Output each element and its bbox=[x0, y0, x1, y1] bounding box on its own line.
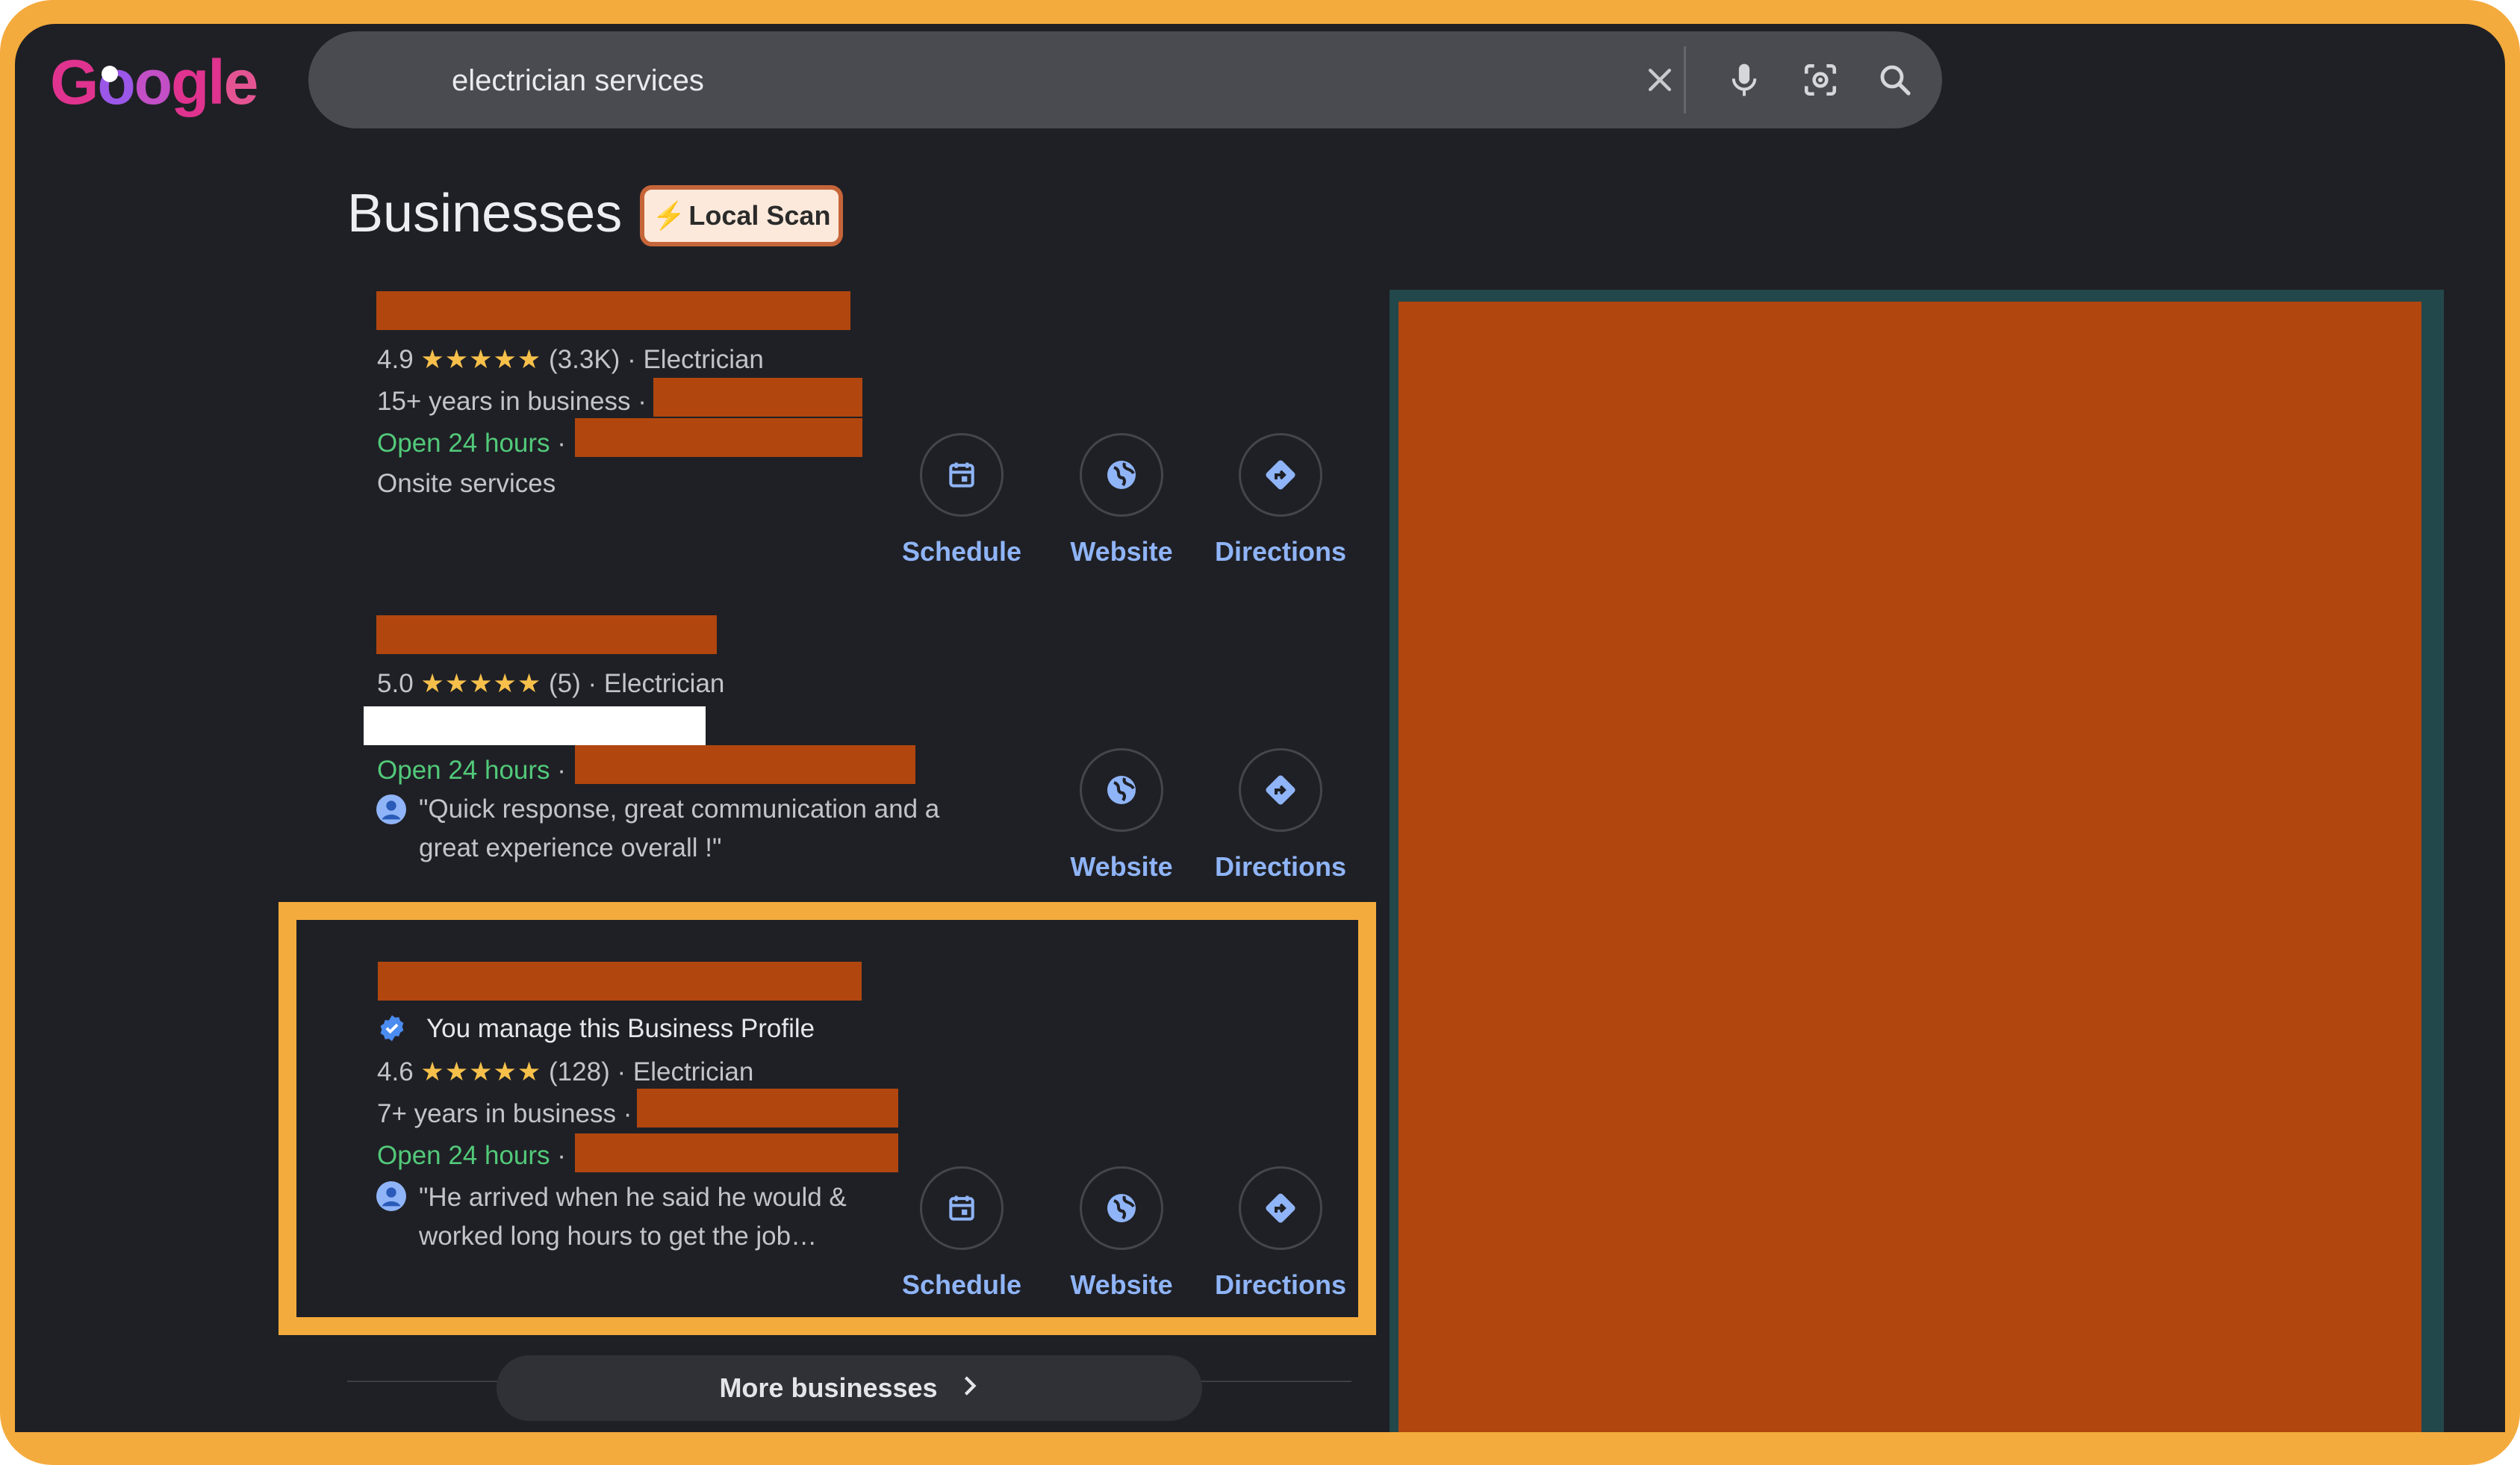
review-snippet-line2: great experience overall !" bbox=[419, 833, 722, 862]
schedule-button[interactable]: Schedule bbox=[887, 433, 1036, 567]
schedule-label: Schedule bbox=[901, 536, 1022, 567]
schedule-label: Schedule bbox=[901, 1269, 1022, 1300]
rating-line: 4.6 ★★★★★ (128) · Electrician bbox=[377, 1057, 754, 1086]
directions-icon bbox=[1239, 1166, 1322, 1250]
globe-icon bbox=[1080, 433, 1163, 517]
close-icon[interactable] bbox=[1634, 54, 1686, 106]
directions-button[interactable]: Directions bbox=[1206, 1166, 1355, 1301]
lightning-icon: ⚡ bbox=[652, 200, 686, 231]
calendar-icon bbox=[920, 433, 1004, 517]
search-input[interactable] bbox=[450, 54, 1499, 108]
service-options: Onsite services bbox=[377, 469, 556, 498]
business-name-redacted bbox=[378, 962, 862, 1001]
search-results-screen: Google Businesses ⚡ Local Scan 4.9 ★★★★★… bbox=[15, 24, 2505, 1432]
globe-icon bbox=[1080, 748, 1163, 832]
star-rating: ★★★★★ bbox=[420, 345, 542, 374]
star-rating: ★★★★★ bbox=[420, 1057, 542, 1086]
hours-line: Open 24 hours · bbox=[377, 1141, 566, 1170]
directions-label: Directions bbox=[1214, 851, 1347, 882]
map-panel[interactable] bbox=[1390, 290, 2444, 1432]
reviewer-avatar-icon bbox=[376, 1181, 406, 1211]
rating-value: 4.9 bbox=[377, 345, 414, 374]
open-hours: Open 24 hours bbox=[377, 429, 550, 458]
open-hours: Open 24 hours bbox=[377, 756, 550, 785]
reviewer-avatar-icon bbox=[376, 794, 406, 824]
rating-value: 4.6 bbox=[377, 1057, 414, 1086]
search-bar bbox=[308, 31, 1942, 128]
local-scan-label: Local Scan bbox=[688, 200, 831, 231]
redacted-block bbox=[364, 706, 706, 745]
search-divider bbox=[1684, 46, 1686, 113]
years-in-business: 7+ years in business · bbox=[377, 1099, 632, 1128]
google-logo[interactable]: Go ogle bbox=[50, 45, 258, 119]
business-name-redacted bbox=[376, 291, 850, 330]
business-category: Electrician bbox=[632, 1057, 754, 1086]
review-snippet-line1: "He arrived when he said he would & bbox=[419, 1183, 847, 1212]
hours-line: Open 24 hours · bbox=[377, 429, 566, 458]
website-label: Website bbox=[1070, 536, 1173, 567]
directions-label: Directions bbox=[1214, 536, 1347, 567]
phone-redacted bbox=[575, 418, 862, 457]
rating-value: 5.0 bbox=[377, 669, 414, 698]
address-redacted bbox=[653, 378, 862, 417]
business-category: Electrician bbox=[603, 669, 725, 698]
chevron-right-icon bbox=[960, 1372, 980, 1404]
website-button[interactable]: Website bbox=[1047, 1166, 1196, 1301]
open-hours: Open 24 hours bbox=[377, 1141, 550, 1170]
businesses-heading: Businesses bbox=[347, 184, 623, 243]
review-snippet-line1: "Quick response, great communication and… bbox=[419, 794, 940, 824]
verified-text: You manage this Business Profile bbox=[426, 1014, 815, 1043]
address-redacted bbox=[637, 1089, 898, 1127]
more-businesses-button[interactable]: More businesses bbox=[497, 1355, 1202, 1421]
review-count[interactable]: (5) bbox=[549, 669, 581, 698]
directions-button[interactable]: Directions bbox=[1206, 748, 1355, 883]
website-label: Website bbox=[1070, 851, 1173, 882]
review-count[interactable]: (128) bbox=[549, 1057, 610, 1086]
phone-redacted bbox=[575, 745, 915, 784]
schedule-button[interactable]: Schedule bbox=[887, 1166, 1036, 1301]
more-businesses-label: More businesses bbox=[719, 1372, 938, 1403]
map-redacted bbox=[1399, 302, 2421, 1432]
verified-badge-icon bbox=[378, 1014, 406, 1042]
search-icon[interactable] bbox=[1869, 54, 1921, 106]
business-name-redacted bbox=[376, 615, 717, 654]
globe-icon bbox=[1080, 1166, 1163, 1250]
review-snippet-line2: worked long hours to get the job… bbox=[419, 1222, 818, 1251]
business-category: Electrician bbox=[643, 345, 764, 374]
directions-icon bbox=[1239, 748, 1322, 832]
rating-line: 4.9 ★★★★★ (3.3K) · Electrician bbox=[377, 345, 764, 374]
rating-line: 5.0 ★★★★★ (5) · Electrician bbox=[377, 669, 725, 698]
hours-line: Open 24 hours · bbox=[377, 756, 566, 785]
website-button[interactable]: Website bbox=[1047, 748, 1196, 883]
microphone-icon[interactable] bbox=[1718, 54, 1770, 106]
directions-label: Directions bbox=[1214, 1269, 1347, 1300]
website-button[interactable]: Website bbox=[1047, 433, 1196, 567]
website-label: Website bbox=[1070, 1269, 1173, 1300]
camera-lens-icon[interactable] bbox=[1794, 54, 1847, 106]
years-in-business: 15+ years in business · bbox=[377, 387, 647, 416]
calendar-icon bbox=[920, 1166, 1004, 1250]
directions-icon bbox=[1239, 433, 1322, 517]
phone-redacted bbox=[575, 1133, 898, 1172]
review-count[interactable]: (3.3K) bbox=[549, 345, 620, 374]
local-scan-badge[interactable]: ⚡ Local Scan bbox=[640, 185, 843, 246]
star-rating: ★★★★★ bbox=[420, 669, 542, 698]
directions-button[interactable]: Directions bbox=[1206, 433, 1355, 567]
